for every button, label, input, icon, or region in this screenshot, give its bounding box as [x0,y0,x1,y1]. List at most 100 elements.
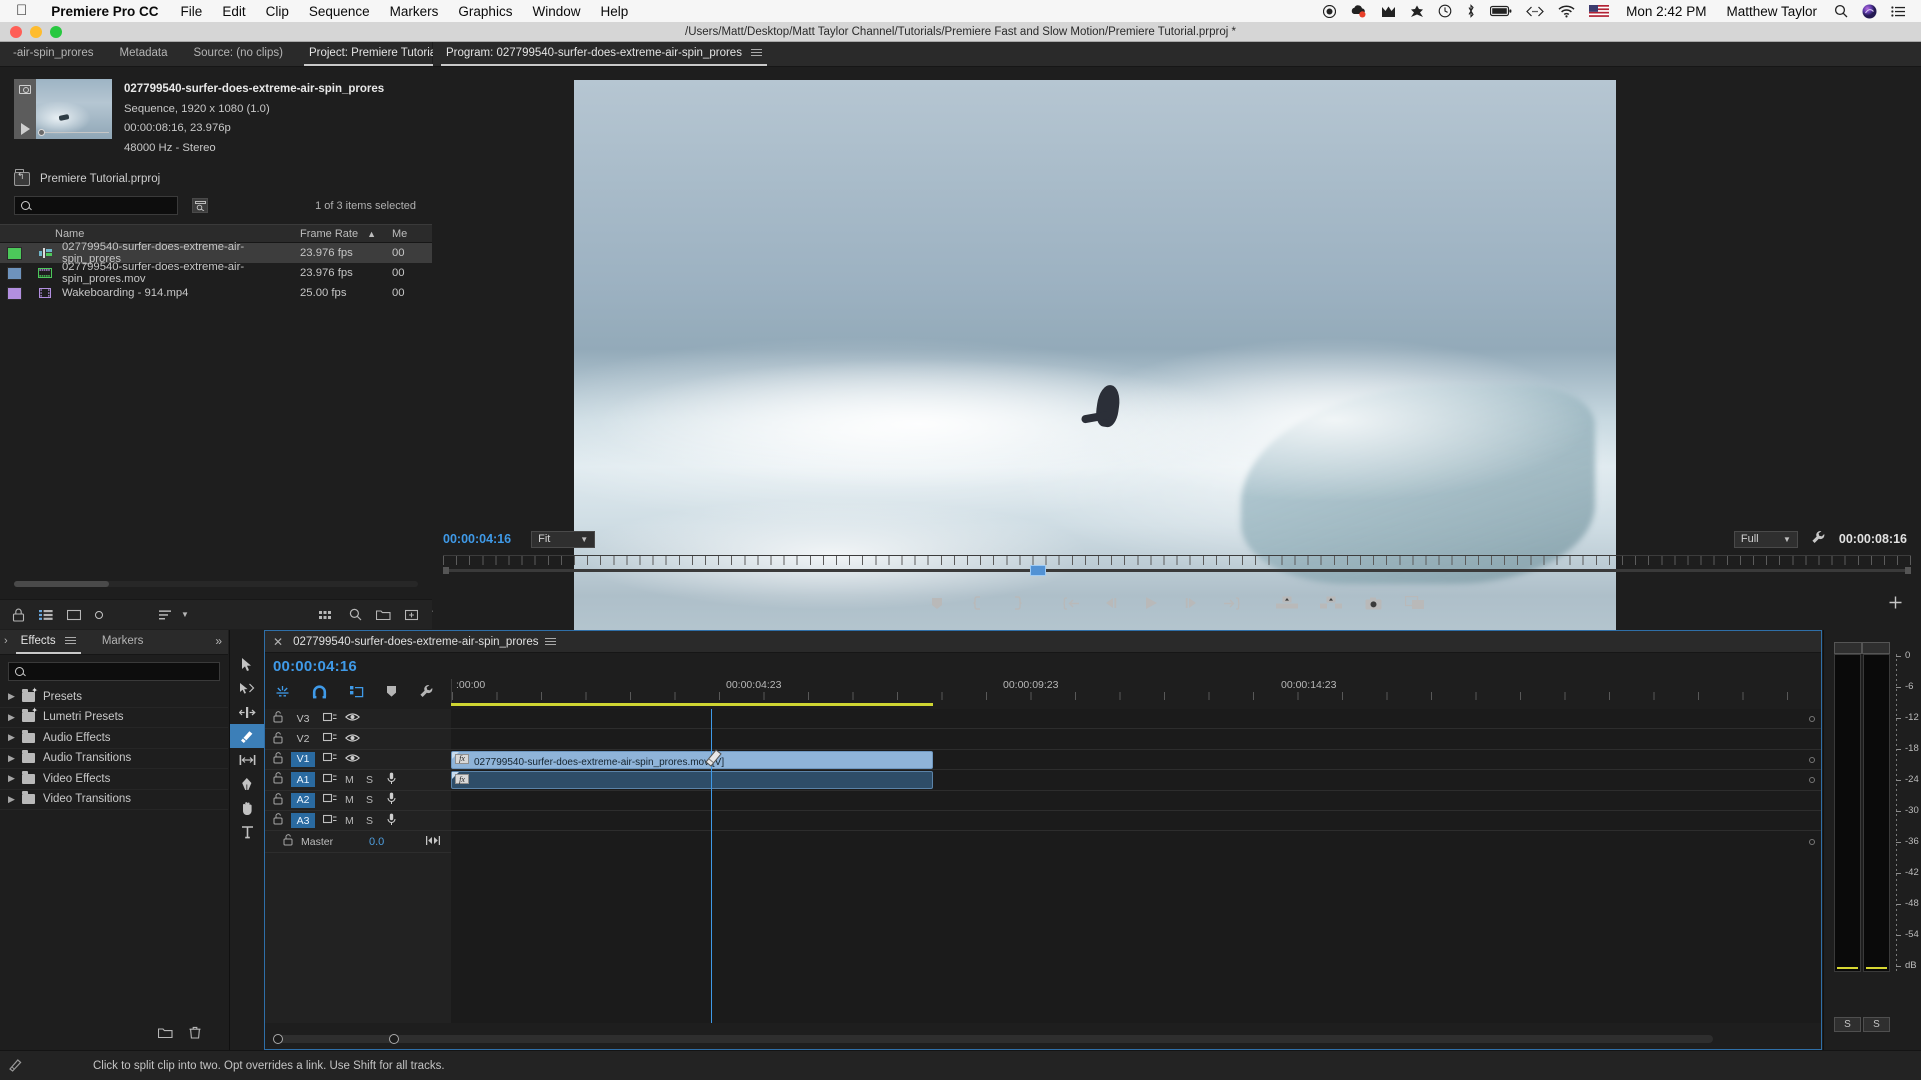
notification-center-icon[interactable] [1884,5,1913,18]
track-target-icon[interactable] [322,814,345,828]
extract-icon[interactable] [1319,593,1343,613]
find-icon[interactable] [349,608,362,621]
ripple-edit-icon[interactable] [230,700,264,724]
menu-clip[interactable]: Clip [256,4,299,19]
track-target-icon[interactable] [322,712,345,726]
sort-icon[interactable] [159,609,173,621]
tab-program[interactable]: Program: 027799540-surfer-does-extreme-a… [433,41,775,66]
lane-a2[interactable] [451,791,1821,811]
chevron-right-icon[interactable]: ▶ [8,712,22,723]
track-name-a2[interactable]: A2 [291,792,315,808]
track-lanes[interactable]: fx 027799540-surfer-does-extreme-air-spi… [451,709,1821,1023]
mute-button-a2[interactable]: M [345,794,366,806]
timeline-zoom-scrollbar[interactable] [275,1035,1713,1043]
program-current-timecode[interactable]: 00:00:04:16 [433,532,511,546]
wifi-icon[interactable] [1551,5,1582,18]
lock-icon[interactable] [273,792,291,808]
effects-item-video-effects[interactable]: ▶ Video Effects [0,769,228,790]
chevron-down-icon[interactable]: ▼ [181,610,189,619]
chevron-right-icon[interactable]: ▶ [8,773,22,784]
microphone-icon[interactable] [387,772,408,788]
track-name-a1[interactable]: A1 [291,772,315,788]
tab-source[interactable]: Source: (no clips) [180,41,295,66]
tab-effects[interactable]: Effects [8,629,89,654]
table-row[interactable]: Wakeboarding - 914.mp4 25.00 fps 00 [0,283,432,303]
solo-button-a2[interactable]: S [366,794,387,806]
menu-edit[interactable]: Edit [212,4,255,19]
play-icon[interactable] [1141,593,1161,613]
apple-icon[interactable]:  [8,3,39,20]
meter-solo-right[interactable]: S [1863,1017,1890,1032]
menubar-username[interactable]: Matthew Taylor [1716,4,1827,19]
creative-cloud-icon[interactable] [1343,4,1374,18]
column-header-media[interactable]: Me [392,228,432,240]
find-button[interactable] [192,198,208,214]
track-header-v2[interactable]: V2 [265,729,451,750]
eye-icon[interactable] [344,712,367,725]
clip-thumbnail[interactable] [14,79,112,139]
program-scrub-bar[interactable] [443,565,1911,577]
effects-item-lumetri-presets[interactable]: ▶ Lumetri Presets [0,706,228,728]
chevrons-right-icon[interactable]: » [215,629,228,654]
program-video-area[interactable] [553,80,1700,667]
menu-file[interactable]: File [171,4,213,19]
selection-tool-icon[interactable] [230,652,264,676]
thumbnail-scrubber[interactable] [38,128,109,136]
track-target-icon[interactable] [322,773,345,787]
new-bin-icon[interactable] [375,609,391,621]
menu-help[interactable]: Help [590,4,638,19]
zoom-slider-knob[interactable] [95,610,103,619]
hand-tool-icon[interactable] [230,796,264,820]
track-name-a3[interactable]: A3 [291,813,315,829]
eye-icon[interactable] [344,733,367,746]
insert-overwrite-icon[interactable] [275,685,290,702]
lock-icon[interactable] [273,731,291,747]
track-target-icon[interactable] [322,793,345,807]
lane-a3[interactable] [451,811,1821,832]
linked-selection-icon[interactable] [349,685,364,702]
search-input-wrapper[interactable] [14,196,178,216]
lane-a1[interactable]: fx [451,770,1821,791]
track-header-a1[interactable]: A1 M S [265,770,451,791]
timeline-ruler[interactable]: :00:00 00:00:04:23 00:00:09:23 00:00:14:… [451,679,1821,703]
menu-markers[interactable]: Markers [380,4,449,19]
step-back-icon[interactable] [1101,593,1121,613]
hamburger-icon[interactable] [544,636,556,647]
effects-item-audio-transitions[interactable]: ▶ Audio Transitions [0,749,228,769]
hamburger-icon[interactable] [64,635,76,646]
chevron-right-icon[interactable]: ▶ [8,794,22,805]
delete-icon[interactable] [189,1026,201,1044]
button-editor-plus-icon[interactable] [1888,595,1903,615]
scrubber-knob[interactable] [38,129,45,136]
effects-search-wrapper[interactable] [8,662,220,681]
program-duration-timecode[interactable]: 00:00:08:16 [1839,532,1907,546]
lane-v2[interactable] [451,729,1821,750]
parent-folder-icon[interactable] [14,169,30,187]
malwarebytes-icon[interactable] [1374,5,1403,18]
lane-v1[interactable]: fx 027799540-surfer-does-extreme-air-spi… [451,750,1821,771]
microphone-icon[interactable] [387,792,408,808]
effects-item-video-transitions[interactable]: ▶ Video Transitions [0,790,228,810]
chevrons-left-icon[interactable]: › [0,629,8,654]
effects-item-audio-effects[interactable]: ▶ Audio Effects [0,728,228,749]
track-header-master[interactable]: Master 0.0 [265,831,451,854]
track-name-v2[interactable]: V2 [291,732,315,747]
label-color-swatch[interactable] [0,246,28,260]
timeline-zoom-left-handle[interactable] [273,1034,283,1044]
track-target-icon[interactable] [322,752,345,766]
new-custom-bin-icon[interactable] [157,1026,173,1044]
scrub-right-cap[interactable] [1905,567,1911,574]
razor-tool-icon[interactable] [230,724,264,748]
add-marker-icon[interactable] [386,685,397,701]
app-icon[interactable] [1403,5,1431,18]
tab-metadata[interactable]: Metadata [107,41,181,66]
meter-solo-left[interactable]: S [1834,1017,1861,1032]
program-time-ruler[interactable] [443,555,1911,577]
track-target-icon[interactable] [322,732,345,746]
close-x-icon[interactable]: ✕ [273,635,283,649]
track-name-v3[interactable]: V3 [291,711,315,726]
tab-source-sequence[interactable]: -air-spin_prores [0,41,107,66]
table-row[interactable]: 027799540-surfer-does-extreme-air-spin_p… [0,241,432,265]
siri-icon[interactable] [1855,4,1884,19]
battery-icon[interactable] [1483,5,1519,17]
